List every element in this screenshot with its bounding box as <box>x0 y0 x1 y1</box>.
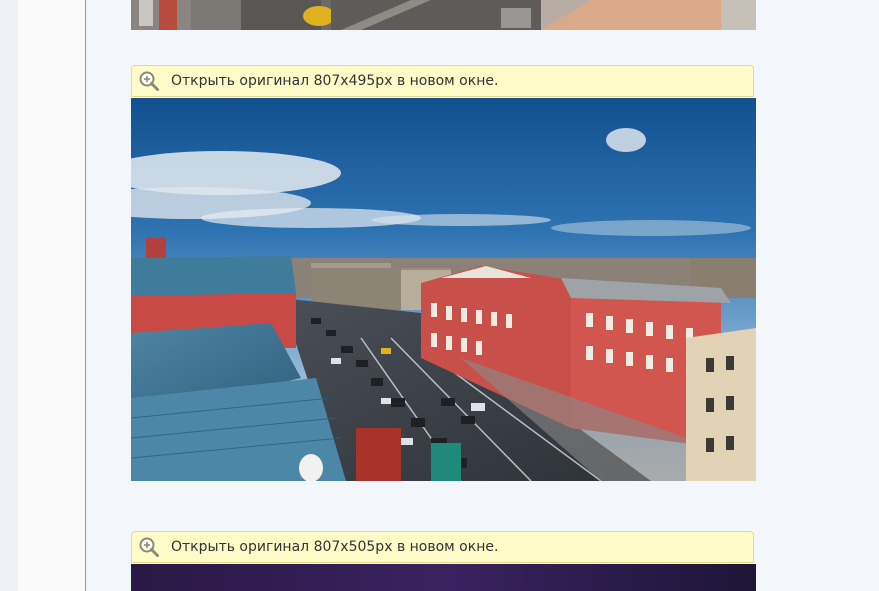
notice-prefix: Открыть оригинал <box>171 73 310 89</box>
open-original-link[interactable]: Открыть оригинал 807x505px в новом окне. <box>131 531 754 563</box>
left-column <box>18 0 86 591</box>
open-original-text: Открыть оригинал 807x505px в новом окне. <box>171 539 498 555</box>
post-content: Открыть оригинал 807x495px в новом окне. <box>86 0 879 591</box>
notice-size: 807x505px <box>313 539 393 555</box>
notice-suffix: в новом окне. <box>396 73 499 89</box>
open-original-text: Открыть оригинал 807x495px в новом окне. <box>171 73 498 89</box>
notice-size: 807x495px <box>313 73 393 89</box>
next-photo-top[interactable] <box>131 564 756 591</box>
notice-suffix: в новом окне. <box>396 539 499 555</box>
zoom-in-magnifier-icon <box>139 71 159 91</box>
zoom-in-magnifier-icon <box>139 537 159 557</box>
left-gutter <box>0 0 18 591</box>
previous-photo-bottom[interactable] <box>131 0 756 30</box>
notice-prefix: Открыть оригинал <box>171 539 310 555</box>
open-original-link[interactable]: Открыть оригинал 807x495px в новом окне. <box>131 65 754 97</box>
city-panorama-photo[interactable] <box>131 98 756 481</box>
